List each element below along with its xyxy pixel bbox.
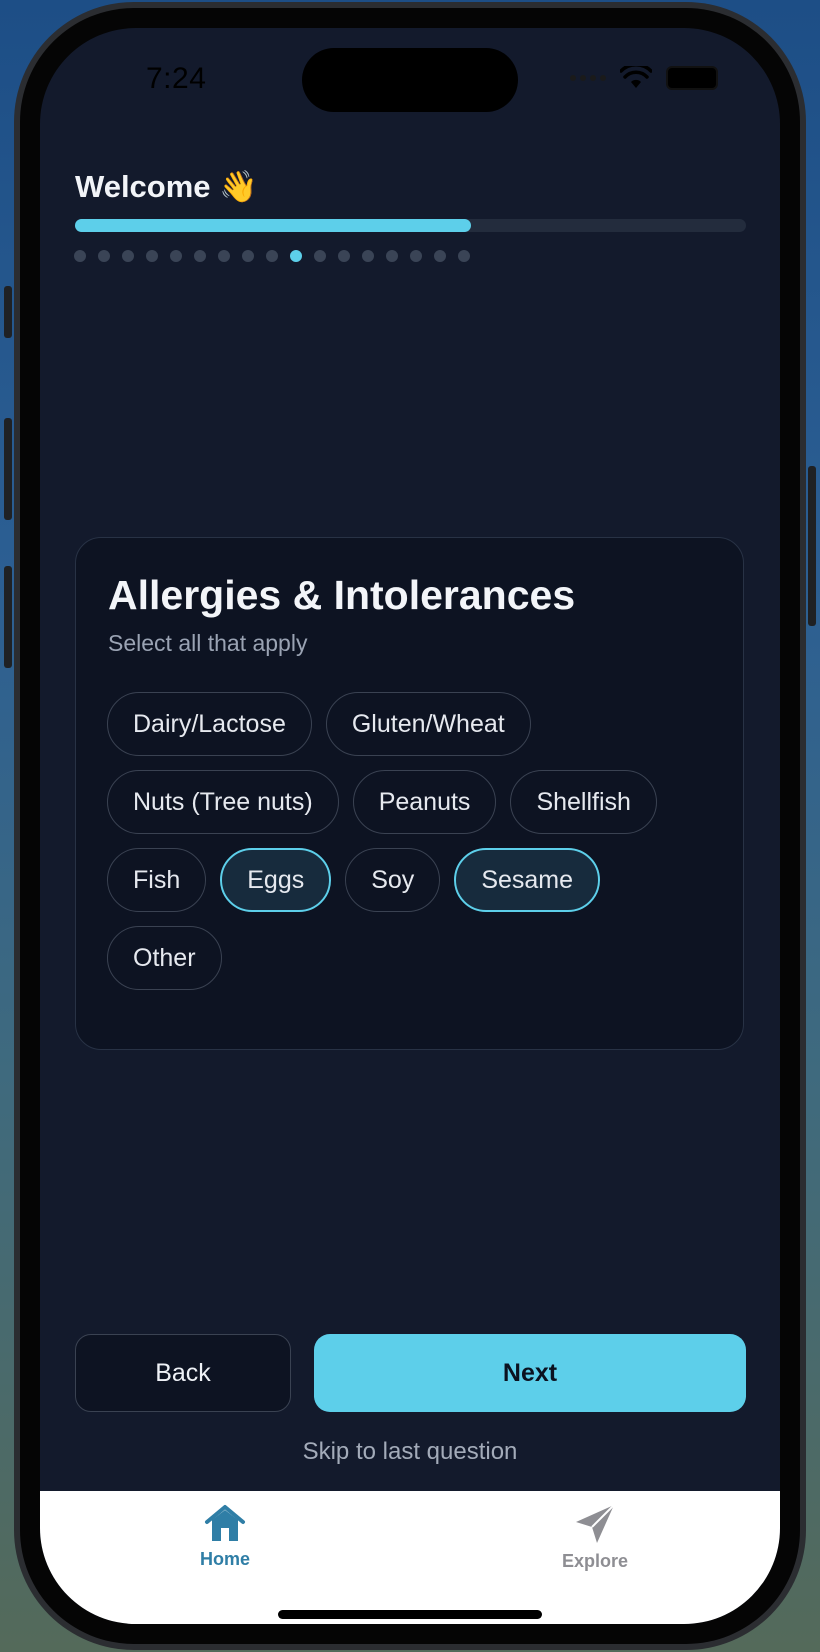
tab-bar: Home Explore [40, 1491, 780, 1624]
progress-bar [75, 219, 746, 232]
wifi-icon [620, 66, 652, 88]
step-dot [122, 250, 134, 262]
step-dot [170, 250, 182, 262]
step-dot [146, 250, 158, 262]
step-dot [362, 250, 374, 262]
option-chips: Dairy/Lactose Gluten/Wheat Nuts (Tree nuts… [107, 692, 727, 990]
step-dot [194, 250, 206, 262]
home-indicator [278, 1610, 542, 1619]
step-dot [338, 250, 350, 262]
question-subtitle: Select all that apply [108, 630, 308, 656]
tab-explore[interactable]: Explore [525, 1503, 665, 1572]
step-dot [458, 250, 470, 262]
back-button[interactable]: Back [75, 1334, 291, 1412]
question-card: Allergies & Intolerances Select all that… [75, 537, 744, 1050]
progress-fill [75, 219, 471, 232]
next-button[interactable]: Next [314, 1334, 746, 1412]
screen: 7:24 Welcome 👋 Allergies & Intolerances … [40, 28, 780, 1624]
option-chip[interactable]: Nuts (Tree nuts) [107, 770, 339, 834]
option-chip[interactable]: Soy [345, 848, 441, 912]
step-dot [242, 250, 254, 262]
option-chip[interactable]: Dairy/Lactose [107, 692, 312, 756]
action-button [4, 286, 12, 338]
battery-icon [666, 66, 718, 90]
step-dot [434, 250, 446, 262]
step-indicator [74, 250, 470, 262]
option-chip[interactable]: Peanuts [352, 770, 497, 834]
tab-home[interactable]: Home [155, 1503, 295, 1570]
step-dot [314, 250, 326, 262]
step-dot [410, 250, 422, 262]
paper-plane-icon [576, 1504, 615, 1543]
option-chip[interactable]: Gluten/Wheat [325, 692, 531, 756]
step-dot [74, 250, 86, 262]
skip-link[interactable]: Skip to last question [40, 1438, 780, 1466]
page-title: Welcome 👋 [75, 169, 258, 204]
volume-up-button [4, 418, 12, 520]
option-chip[interactable]: Fish [107, 848, 207, 912]
home-icon [205, 1505, 245, 1541]
step-dot [218, 250, 230, 262]
cellular-signal-icon [570, 75, 606, 81]
status-icons [570, 66, 718, 90]
option-chip[interactable]: Eggs [220, 848, 332, 912]
power-button [808, 466, 816, 626]
option-chip[interactable]: Other [107, 926, 222, 990]
option-chip[interactable]: Shellfish [510, 770, 657, 834]
option-chip[interactable]: Sesame [454, 848, 601, 912]
step-dot [98, 250, 110, 262]
step-dot [386, 250, 398, 262]
status-time: 7:24 [146, 62, 207, 95]
question-title: Allergies & Intolerances [108, 572, 576, 618]
tab-explore-label: Explore [561, 1551, 629, 1571]
volume-down-button [4, 566, 12, 668]
step-dot-active [290, 250, 302, 262]
dynamic-island [302, 48, 518, 112]
tab-home-label: Home [199, 1549, 250, 1569]
step-dot [266, 250, 278, 262]
